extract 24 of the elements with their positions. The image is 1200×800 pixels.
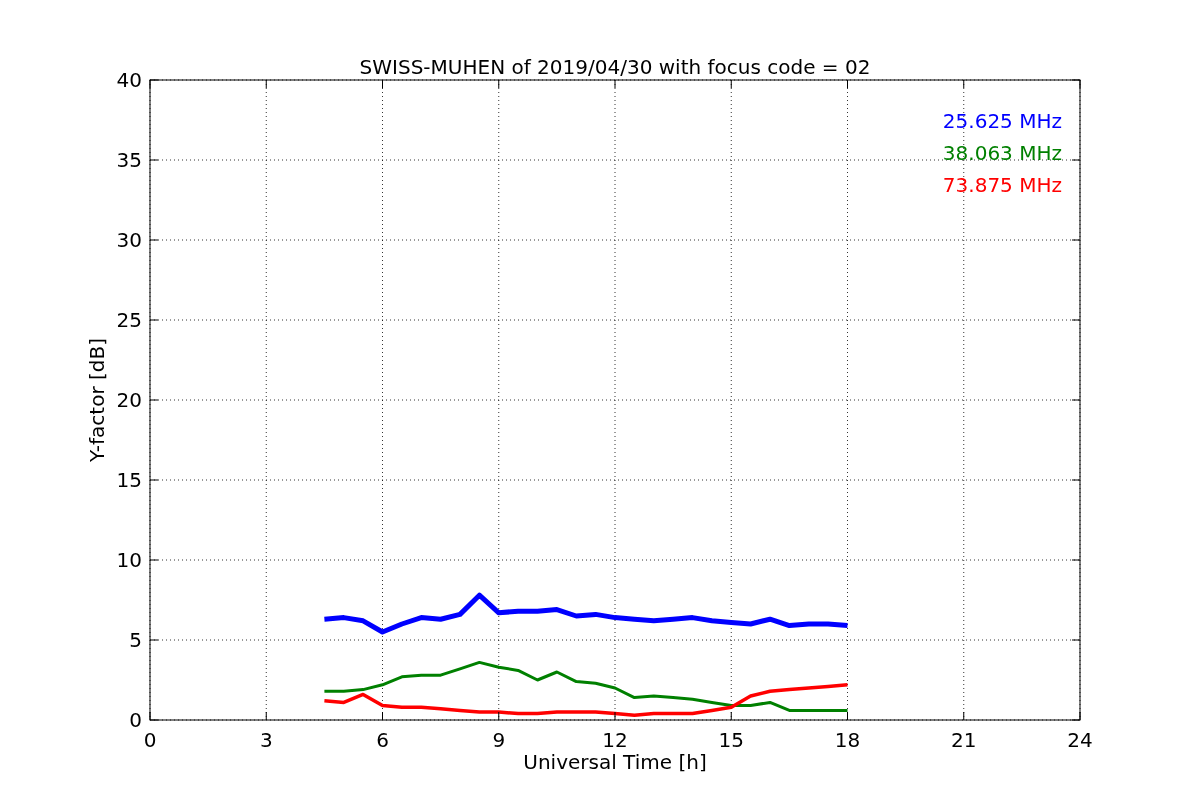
y-tick-label: 15 (116, 468, 142, 492)
legend-label: 38.063 MHz (942, 141, 1062, 165)
x-tick-label: 3 (259, 728, 273, 752)
y-tick-label: 10 (116, 548, 142, 572)
y-tick-label: 35 (116, 148, 142, 172)
x-tick-label: 15 (718, 728, 744, 752)
y-tick-label: 25 (116, 308, 142, 332)
legend-label: 25.625 MHz (942, 109, 1062, 133)
x-axis-label: Universal Time [h] (523, 750, 707, 774)
y-tick-label: 20 (116, 388, 142, 412)
y-tick-label: 30 (116, 228, 142, 252)
x-tick-label: 12 (602, 728, 628, 752)
x-tick-label: 6 (376, 728, 389, 752)
y-tick-label: 5 (129, 628, 142, 652)
chart-title: SWISS-MUHEN of 2019/04/30 with focus code = 02 (359, 55, 871, 79)
x-tick-label: 21 (951, 728, 977, 752)
y-tick-label: 40 (116, 68, 142, 92)
x-tick-label: 18 (834, 728, 861, 752)
x-tick-label: 24 (1067, 728, 1093, 752)
x-tick-label: 0 (143, 728, 157, 752)
y-tick-label: 0 (129, 708, 142, 732)
legend-label: 73.875 MHz (942, 173, 1062, 197)
x-tick-label: 9 (492, 728, 506, 752)
y-axis-label: Y-factor [dB] (85, 338, 109, 462)
